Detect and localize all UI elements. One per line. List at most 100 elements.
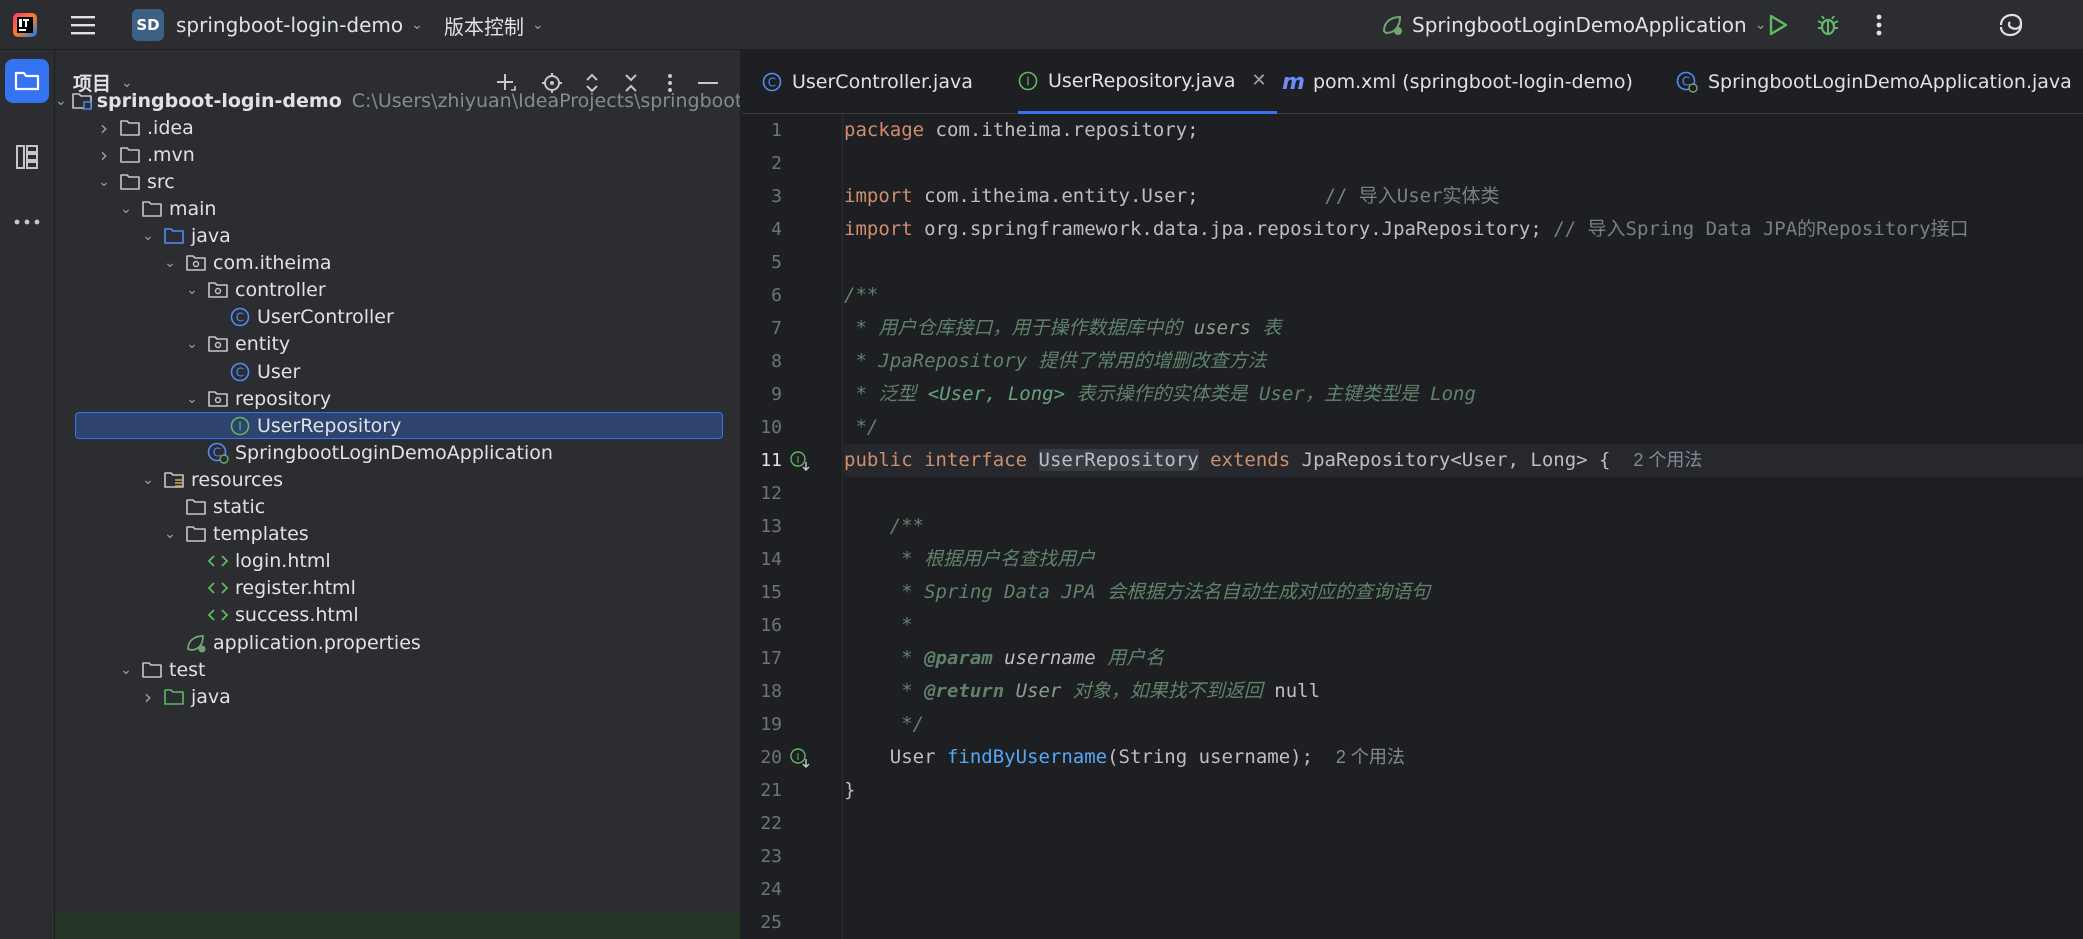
more-tools-icon[interactable] [5,200,49,244]
tree-item[interactable]: application.properties [55,629,740,656]
svg-text:I: I [238,419,242,433]
run-icon[interactable] [1762,0,1794,50]
tree-item[interactable]: ⌄ resources [55,466,740,493]
line-number[interactable]: 3 [742,180,782,213]
chevron-down-icon[interactable]: ⌄ [183,331,201,358]
chevron-down-icon[interactable]: ⌄ [139,223,157,250]
run-config-selector[interactable]: SpringbootLoginDemoApplication ⌄ [1380,0,1766,50]
chevron-down-icon[interactable]: ⌄ [183,277,201,304]
tree-item[interactable]: ⌄ src [55,168,740,195]
project-tool-icon[interactable] [5,59,49,103]
line-number[interactable]: 12 [742,477,782,510]
code-area[interactable]: package com.itheima.repository; import c… [844,114,2083,939]
line-number[interactable]: 10 [742,411,782,444]
chevron-down-icon[interactable]: ⌄ [161,250,179,277]
tree-item[interactable]: static [55,494,740,521]
tree-item-label: application.properties [213,631,421,654]
ai-assistant-icon[interactable] [1994,0,2028,50]
tree-item[interactable]: I UserRepository [55,412,740,440]
line-number[interactable]: 18 [742,675,782,708]
tree-item[interactable]: C User [55,358,740,385]
implementations-gutter-icon[interactable]: I [788,444,812,477]
chevron-down-icon[interactable]: ⌄ [117,195,135,222]
tree-item[interactable]: C UserController [55,304,740,331]
line-number[interactable]: 6 [742,279,782,312]
tree-item[interactable]: C SpringbootLoginDemoApplication [55,439,740,466]
tree-item-label: src [147,170,175,193]
tree-item-label: SpringbootLoginDemoApplication [235,441,553,464]
tree-item[interactable]: › .mvn [55,141,740,168]
tree-item-label: test [169,658,206,681]
tree-item[interactable]: ⌄ com.itheima [55,250,740,277]
tab-user-controller[interactable]: C UserController.java [762,50,973,114]
line-number[interactable]: 13 [742,510,782,543]
tree-item[interactable]: ⌄ test [55,656,740,683]
usages-hint[interactable]: 2 个用法 [1336,747,1405,767]
svg-text:I: I [1026,74,1030,88]
project-name: springboot-login-demo [176,13,404,37]
chevron-right-icon[interactable]: › [95,141,113,168]
more-actions-icon[interactable] [1864,0,1894,50]
line-number[interactable]: 1 [742,114,782,147]
line-number[interactable]: 20 [742,741,782,774]
line-number[interactable]: 16 [742,609,782,642]
tree-item[interactable]: login.html [55,548,740,575]
project-switcher[interactable]: SD springboot-login-demo ⌄ [132,0,423,50]
chevron-down-icon: ⌄ [532,17,544,33]
chevron-down-icon[interactable]: ⌄ [95,168,113,195]
line-number[interactable]: 25 [742,906,782,939]
chevron-down-icon[interactable]: ⌄ [183,385,201,412]
structure-tool-icon[interactable] [5,135,49,179]
tree-item[interactable]: › .idea [55,114,740,141]
usages-hint[interactable]: 2 个用法 [1633,450,1702,470]
editor-tabs: C UserController.java I UserRepository.j… [742,50,2083,114]
chevron-right-icon[interactable]: › [139,683,157,710]
spring-boot-icon [1380,13,1404,37]
svg-text:I: I [797,455,800,466]
tree-item[interactable]: ⌄ springboot-login-demo C:\Users\zhiyuan\I… [55,87,740,114]
line-number[interactable]: 24 [742,873,782,906]
tree-item[interactable]: register.html [55,575,740,602]
line-number[interactable]: 14 [742,543,782,576]
implementations-gutter-icon[interactable]: I [788,741,812,774]
chevron-down-icon[interactable]: ⌄ [161,521,179,548]
line-number[interactable]: 19 [742,708,782,741]
debug-icon[interactable] [1812,0,1844,50]
chevron-down-icon[interactable]: ⌄ [117,656,135,683]
line-number[interactable]: 17 [742,642,782,675]
tree-item[interactable]: ⌄ java [55,223,740,250]
tree-item[interactable]: › java [55,683,740,710]
tree-item[interactable]: ⌄ entity [55,331,740,358]
chevron-right-icon[interactable]: › [95,114,113,141]
line-number[interactable]: 15 [742,576,782,609]
line-number[interactable]: 9 [742,378,782,411]
gutter-separator [842,114,843,939]
tree-item[interactable]: ⌄ repository [55,385,740,412]
tree-item[interactable]: ⌄ templates [55,521,740,548]
line-number[interactable]: 21 [742,774,782,807]
line-number[interactable]: 22 [742,807,782,840]
tree-item[interactable]: ⌄ controller [55,277,740,304]
close-icon[interactable]: ✕ [1251,70,1266,91]
spring-properties-icon [183,629,209,656]
tree-item[interactable]: success.html [55,602,740,629]
line-number[interactable]: 2 [742,147,782,180]
tree-item[interactable]: ⌄ main [55,195,740,222]
line-number[interactable]: 4 [742,213,782,246]
line-number[interactable]: 23 [742,840,782,873]
line-number[interactable]: 11 [742,444,782,477]
line-number[interactable]: 8 [742,345,782,378]
main-menu-icon[interactable] [68,0,98,50]
line-number[interactable]: 5 [742,246,782,279]
chevron-down-icon[interactable]: ⌄ [139,466,157,493]
vcs-menu[interactable]: 版本控制 ⌄ [444,0,544,50]
line-number[interactable]: 7 [742,312,782,345]
intellij-logo-icon[interactable] [10,0,40,50]
tab-pom-xml[interactable]: m pom.xml (springboot-login-demo) [1282,50,1633,114]
chevron-down-icon[interactable]: ⌄ [55,87,67,114]
tab-application-java[interactable]: C SpringbootLoginDemoApplication.java [1676,50,2072,114]
tab-user-repository[interactable]: I UserRepository.java ✕ [1018,50,1277,114]
